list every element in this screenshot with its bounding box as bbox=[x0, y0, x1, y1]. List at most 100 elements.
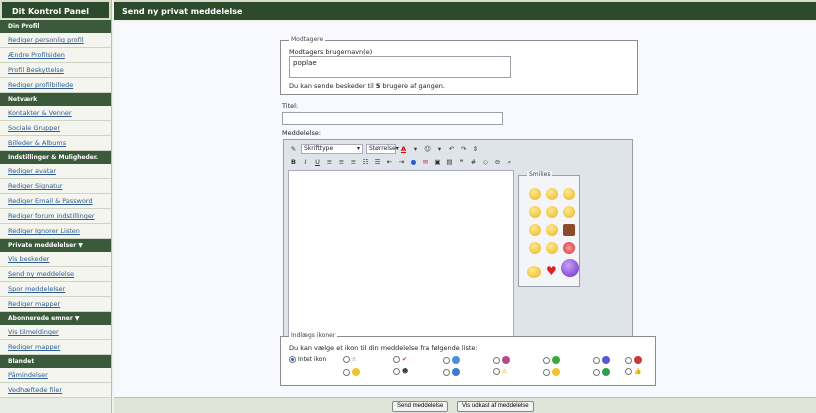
smiley-icon[interactable] bbox=[563, 242, 575, 254]
radio[interactable] bbox=[543, 368, 550, 376]
smiley-icon[interactable] bbox=[529, 242, 541, 254]
sidebar-item[interactable]: Kontakter & Venner bbox=[0, 106, 111, 121]
radio[interactable] bbox=[625, 356, 632, 364]
redo-icon[interactable]: ↷ bbox=[459, 145, 468, 154]
icon-option[interactable]: ⚠ bbox=[493, 368, 507, 375]
smiley-icon[interactable] bbox=[546, 242, 558, 254]
icon-option[interactable]: ✔ bbox=[393, 356, 407, 363]
icon-option[interactable] bbox=[593, 356, 610, 364]
radio[interactable] bbox=[443, 368, 450, 376]
unordered-list-icon[interactable]: ☰ bbox=[373, 158, 382, 167]
bold-icon[interactable]: B bbox=[289, 158, 298, 167]
sidebar-item[interactable]: Sociale Grupper bbox=[0, 121, 111, 136]
sidebar-item[interactable]: Rediger profilbillede bbox=[0, 78, 111, 93]
radio[interactable] bbox=[343, 368, 350, 376]
smiley-icon[interactable] bbox=[546, 224, 558, 236]
smiley-icon[interactable] bbox=[527, 266, 541, 278]
message-textarea[interactable] bbox=[288, 170, 514, 345]
recipients-input[interactable]: poplae bbox=[289, 56, 511, 78]
sidebar-section-header[interactable]: Indstillinger & Muligheder. bbox=[0, 151, 111, 164]
sidebar-item[interactable]: Rediger Ignorer Listen bbox=[0, 224, 111, 239]
radio[interactable] bbox=[543, 356, 550, 364]
smiley-icon[interactable] bbox=[563, 188, 575, 200]
align-right-icon[interactable]: ≡ bbox=[349, 158, 358, 167]
radio[interactable] bbox=[493, 356, 500, 364]
smiley-icon[interactable] bbox=[563, 206, 575, 218]
sidebar-item[interactable]: Rediger mapper bbox=[0, 297, 111, 312]
hash-icon[interactable]: # bbox=[469, 158, 478, 167]
radio[interactable] bbox=[625, 368, 632, 375]
indent-icon[interactable]: ⇥ bbox=[397, 158, 406, 167]
smiley-icon[interactable] bbox=[546, 188, 558, 200]
link-icon[interactable]: ● bbox=[409, 158, 418, 167]
sidebar-item[interactable]: Rediger avatar bbox=[0, 164, 111, 179]
icon-option[interactable] bbox=[493, 356, 510, 364]
php-icon[interactable]: ⊖ bbox=[493, 158, 502, 167]
title-input[interactable] bbox=[282, 112, 503, 125]
sidebar-item[interactable]: Ændre Profilsiden bbox=[0, 48, 111, 63]
icon-option[interactable]: ☻ bbox=[393, 368, 408, 375]
sidebar-item[interactable]: Billeder & Albums bbox=[0, 136, 111, 151]
radio[interactable] bbox=[593, 368, 600, 376]
underline-icon[interactable]: U bbox=[313, 158, 322, 167]
icon-option[interactable] bbox=[543, 368, 560, 376]
smiley-icon[interactable] bbox=[546, 206, 558, 218]
radio[interactable] bbox=[443, 356, 450, 364]
sidebar-item[interactable]: Rediger personlig profil bbox=[0, 33, 111, 48]
purple-smiley-icon[interactable] bbox=[561, 259, 579, 277]
preview-message-button[interactable]: Vis udkast af meddelelse bbox=[457, 401, 534, 412]
sidebar-item[interactable]: Spor meddelelser bbox=[0, 282, 111, 297]
icon-option[interactable] bbox=[343, 368, 360, 376]
sidebar-section-header[interactable]: Private meddelelser ▼ bbox=[0, 239, 111, 252]
chevron-down-icon[interactable]: ▾ bbox=[435, 145, 444, 154]
sidebar-section-header[interactable]: Netværk bbox=[0, 93, 111, 106]
italic-icon[interactable]: I bbox=[301, 158, 310, 167]
radio[interactable] bbox=[343, 356, 350, 363]
send-message-button[interactable]: Send meddelelse bbox=[392, 401, 449, 412]
ordered-list-icon[interactable]: ☷ bbox=[361, 158, 370, 167]
sidebar-item[interactable]: Vedhæftede filer bbox=[0, 383, 111, 398]
remove-format-icon[interactable]: ✎ bbox=[289, 145, 298, 154]
radio[interactable] bbox=[593, 356, 600, 364]
font-select[interactable]: Skrifttype ▾ bbox=[301, 144, 363, 154]
icon-option[interactable] bbox=[443, 368, 460, 376]
outdent-icon[interactable]: ⇤ bbox=[385, 158, 394, 167]
heart-icon[interactable]: ♥ bbox=[546, 264, 557, 278]
radio-selected[interactable] bbox=[289, 356, 296, 363]
size-select[interactable]: Størrelse ▾ bbox=[366, 144, 399, 154]
sidebar-section-header[interactable]: Blandet bbox=[0, 355, 111, 368]
icon-option-none[interactable]: Intet ikon bbox=[289, 356, 326, 363]
align-center-icon[interactable]: ≡ bbox=[337, 158, 346, 167]
quote-icon[interactable]: ❝ bbox=[457, 158, 466, 167]
sidebar-item[interactable]: Rediger mapper bbox=[0, 340, 111, 355]
code-icon[interactable]: ◇ bbox=[481, 158, 490, 167]
smiley-icon[interactable]: ☺ bbox=[423, 145, 432, 154]
guitar-icon[interactable] bbox=[563, 224, 575, 236]
icon-option[interactable] bbox=[543, 356, 560, 364]
smiley-icon[interactable] bbox=[529, 224, 541, 236]
undo-icon[interactable]: ↶ bbox=[447, 145, 456, 154]
sidebar-item[interactable]: Rediger Signatur bbox=[0, 179, 111, 194]
icon-option[interactable]: 👍 bbox=[625, 368, 641, 375]
icon-option[interactable] bbox=[593, 368, 610, 376]
chevron-down-icon[interactable]: ▾ bbox=[411, 145, 420, 154]
radio[interactable] bbox=[493, 368, 500, 375]
icon-option[interactable] bbox=[443, 356, 460, 364]
icon-option[interactable]: ☝ bbox=[343, 356, 356, 363]
align-left-icon[interactable]: ≡ bbox=[325, 158, 334, 167]
sidebar-item[interactable]: Påmindelser bbox=[0, 368, 111, 383]
sidebar-item[interactable]: Vis tilmeldinger bbox=[0, 325, 111, 340]
icon-option[interactable] bbox=[625, 356, 642, 364]
font-color-icon[interactable]: A bbox=[399, 145, 408, 154]
smiley-icon[interactable] bbox=[529, 206, 541, 218]
search-icon[interactable]: ⌕ bbox=[505, 158, 514, 167]
image-icon[interactable]: ▣ bbox=[433, 158, 442, 167]
radio[interactable] bbox=[393, 368, 400, 375]
sidebar-item[interactable]: Send ny meddelelse bbox=[0, 267, 111, 282]
radio[interactable] bbox=[393, 356, 400, 363]
video-icon[interactable]: ▤ bbox=[445, 158, 454, 167]
sidebar-item[interactable]: Rediger Email & Password bbox=[0, 194, 111, 209]
sidebar-section-header[interactable]: Abonnerede emner ▼ bbox=[0, 312, 111, 325]
sidebar-item[interactable]: Rediger forum indstillinger bbox=[0, 209, 111, 224]
email-icon[interactable]: ✉ bbox=[421, 158, 430, 167]
